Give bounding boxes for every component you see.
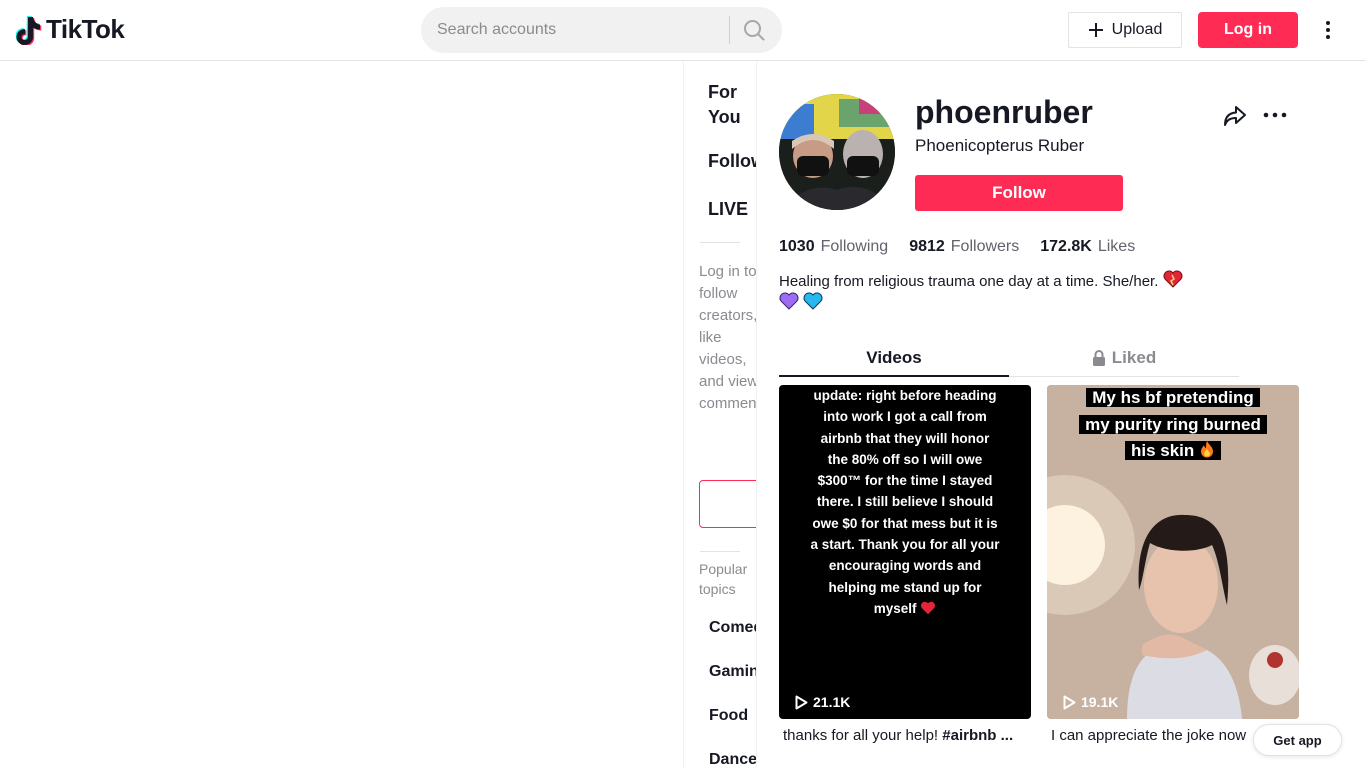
tiktok-logo[interactable]: TikTok: [16, 14, 125, 45]
video-card[interactable]: update: right before heading into work I…: [779, 385, 1031, 719]
play-icon: [1063, 695, 1076, 709]
video-card[interactable]: My hs bf pretending my purity ring burne…: [1047, 385, 1299, 719]
likes-count: 172.8K: [1040, 238, 1092, 255]
horizontal-dots-icon: [1263, 112, 1287, 118]
get-app-button[interactable]: Get app: [1253, 724, 1342, 756]
search-divider: [729, 16, 730, 44]
topic-gaming[interactable]: Gaming: [709, 663, 756, 681]
lock-icon: [1092, 350, 1105, 366]
bio-text: Healing from religious trauma one day at…: [779, 273, 1159, 290]
nav-following[interactable]: Following: [708, 151, 756, 172]
video-description-text: I can appreciate the joke now: [1051, 727, 1247, 744]
view-count-value: 21.1K: [813, 694, 851, 710]
tab-videos-label: Videos: [866, 348, 922, 367]
sidebar-login-button[interactable]: [699, 480, 756, 528]
upload-button[interactable]: Upload: [1068, 12, 1182, 48]
view-count: 19.1K: [1063, 694, 1118, 710]
view-count-value: 19.1K: [1081, 694, 1119, 710]
left-sidebar: For You Following LIVE Log in to follow …: [683, 61, 757, 768]
search-bar: [421, 7, 782, 53]
followers-label: Followers: [950, 238, 1020, 255]
upload-label: Upload: [1111, 21, 1163, 38]
more-options-button[interactable]: [1318, 16, 1338, 44]
sidebar-divider: [700, 551, 740, 552]
login-button[interactable]: Log in: [1198, 12, 1298, 48]
blue-heart-icon: [803, 292, 823, 310]
share-icon: [1224, 106, 1246, 126]
share-button[interactable]: [1222, 103, 1248, 129]
stat-followers: 9812 Followers: [909, 238, 1019, 256]
logo-wordmark: TikTok: [46, 14, 125, 44]
search-button[interactable]: [739, 16, 769, 44]
tab-liked-label: Liked: [1111, 348, 1157, 367]
active-tab-indicator: [779, 375, 1009, 377]
red-heart-icon: [921, 601, 936, 615]
purple-heart-icon: [779, 292, 799, 310]
avatar: [779, 94, 895, 210]
search-icon: [744, 20, 765, 41]
profile-bio: Healing from religious trauma one day at…: [779, 270, 1219, 314]
video-description-text: thanks for all your help!: [783, 727, 939, 744]
profile-tabs: Videos Liked: [779, 340, 1239, 377]
nav-live[interactable]: LIVE: [708, 199, 748, 220]
top-header: TikTok Upload Log in: [0, 0, 1366, 61]
tab-videos[interactable]: Videos: [779, 340, 1009, 376]
stat-likes: 172.8K Likes: [1040, 238, 1135, 256]
vertical-dots-icon: [1326, 21, 1330, 39]
play-icon: [795, 695, 808, 709]
following-count: 1030: [779, 238, 815, 255]
tiktok-note-icon: [16, 15, 42, 45]
plus-icon: [1088, 23, 1103, 37]
likes-label: Likes: [1097, 238, 1136, 255]
view-count: 21.1K: [795, 694, 850, 710]
video-overlay-text: update: right before heading into work I…: [810, 388, 1000, 616]
more-actions-button[interactable]: [1263, 105, 1287, 125]
video-description[interactable]: I can appreciate the joke now: [1051, 727, 1281, 744]
stat-following: 1030 Following: [779, 238, 888, 256]
login-prompt-text: Log in to follow creators, like videos, …: [699, 263, 757, 412]
profile-stats: 1030 Following 9812 Followers 172.8K Likes: [779, 238, 1135, 256]
topic-dance[interactable]: Dance: [709, 751, 756, 768]
followers-count: 9812: [909, 238, 945, 255]
sidebar-divider: [700, 242, 740, 243]
tab-liked[interactable]: Liked: [1009, 340, 1239, 376]
follow-button[interactable]: Follow: [915, 175, 1123, 211]
video-overlay-caption: My hs bf pretending my purity ring burne…: [1077, 385, 1269, 465]
profile-display-name: Phoenicopterus Ruber: [915, 136, 1085, 155]
video-hashtag[interactable]: #airbnb ...: [942, 727, 1013, 744]
nav-for-you[interactable]: For You: [708, 80, 748, 130]
following-label: Following: [820, 238, 889, 255]
fire-icon: [1201, 441, 1214, 458]
video-description[interactable]: thanks for all your help! #airbnb ...: [783, 727, 1035, 744]
popular-topics-title: Popular topics: [699, 561, 748, 597]
profile-username: phoenruber: [915, 94, 1093, 130]
search-input[interactable]: [437, 7, 727, 53]
mending-heart-icon: [1163, 270, 1183, 288]
topic-comedy[interactable]: Comedy: [709, 619, 756, 637]
topic-food[interactable]: Food: [709, 707, 748, 725]
